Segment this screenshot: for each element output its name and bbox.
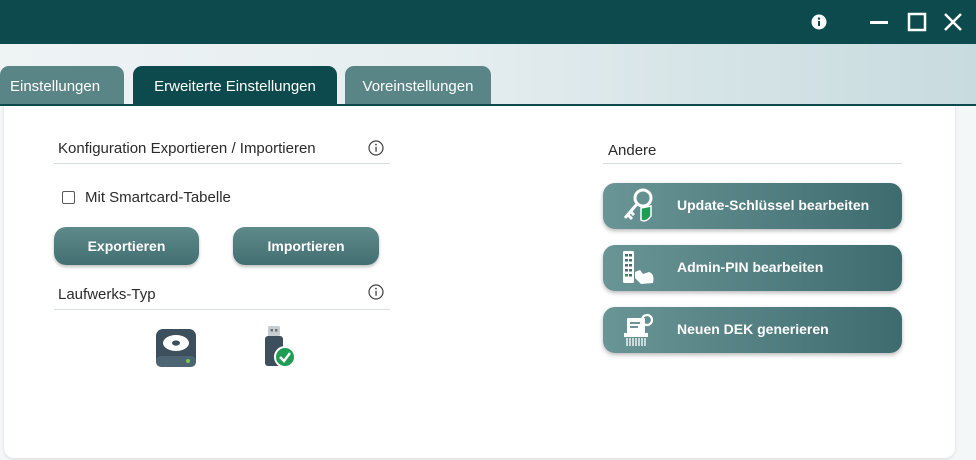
config-heading-rule — [54, 163, 390, 164]
close-button[interactable] — [936, 0, 970, 44]
other-heading: Andere — [608, 142, 657, 159]
minimize-icon — [870, 21, 888, 24]
info-button[interactable] — [806, 0, 832, 44]
tab-voreinstellungen[interactable]: Voreinstellungen — [345, 66, 491, 106]
usb-drive-icon[interactable] — [263, 325, 297, 371]
tab-erweiterte-einstellungen[interactable]: Erweiterte Einstellungen — [133, 66, 337, 106]
config-heading: Konfiguration Exportieren / Importieren — [58, 140, 316, 157]
other-heading-rule — [603, 163, 902, 164]
info-icon[interactable] — [368, 284, 384, 300]
title-bar — [0, 0, 976, 44]
key-shield-icon — [623, 188, 653, 222]
update-key-label: Update-Schlüssel bearbeiten — [677, 197, 870, 213]
maximize-icon — [907, 12, 927, 32]
drive-heading: Laufwerks-Typ — [58, 286, 156, 303]
minimize-button[interactable] — [862, 0, 896, 44]
info-icon — [811, 14, 827, 30]
drive-heading-rule — [54, 309, 390, 310]
admin-pin-button[interactable]: Admin-PIN bearbeiten — [603, 245, 902, 291]
generate-dek-label: Neuen DEK generieren — [677, 321, 829, 337]
hard-drive-icon[interactable] — [155, 328, 197, 368]
key-shredder-icon — [624, 313, 654, 346]
info-icon[interactable] — [368, 140, 384, 156]
admin-pin-label: Admin-PIN bearbeiten — [677, 259, 824, 275]
smartcard-checkbox[interactable] — [62, 190, 75, 204]
close-icon — [944, 13, 962, 31]
smartcard-checkbox-row[interactable]: Mit Smartcard-Tabelle — [62, 186, 231, 208]
tab-einstellungen[interactable]: Einstellungen — [0, 66, 124, 106]
update-key-button[interactable]: Update-Schlüssel bearbeiten — [603, 183, 902, 229]
import-button[interactable]: Importieren — [233, 227, 379, 265]
generate-dek-button[interactable]: Neuen DEK generieren — [603, 307, 902, 353]
export-button[interactable]: Exportieren — [54, 227, 199, 265]
maximize-button[interactable] — [902, 0, 932, 44]
smartcard-checkbox-label: Mit Smartcard-Tabelle — [85, 188, 231, 206]
keypad-hand-icon — [623, 251, 654, 284]
